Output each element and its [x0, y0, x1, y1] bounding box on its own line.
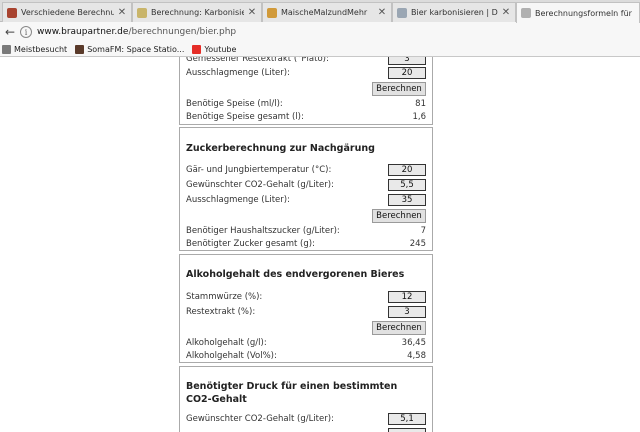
field-label: Gär- und Jungbiertemperatur (°C):	[186, 165, 332, 175]
panel-alkoholgehalt: Alkoholgehalt des endvergorenen Bieres S…	[179, 254, 433, 363]
bookmark-somafm[interactable]: SomaFM: Space Statio...	[75, 44, 185, 54]
ausschlagmenge-input[interactable]: 20	[388, 67, 426, 79]
tab-strip: Verschiedene Berechnung... ✕ Berechnung:…	[0, 0, 640, 23]
site-favicon-icon	[397, 7, 407, 18]
result-value: 36,45	[401, 338, 426, 348]
browser-window: Verschiedene Berechnung... ✕ Berechnung:…	[0, 0, 640, 432]
result-value: 1,6	[412, 112, 426, 122]
row-restextrakt: Restextrakt (%): 3	[186, 306, 426, 319]
row-result-alkohol-gl: Alkoholgehalt (g/l): 36,45	[186, 337, 426, 350]
field-label: Gemessener Restextrakt (°Plato):	[186, 57, 329, 64]
tab-verschiedene-berechnungen[interactable]: Verschiedene Berechnung... ✕	[2, 2, 132, 22]
row-result-alkohol-vol: Alkoholgehalt (Vol%): 4,58	[186, 350, 426, 363]
result-value: 245	[409, 239, 426, 249]
co2-gehalt-input[interactable]: 5,5	[388, 179, 426, 191]
field-label: Gewünschter CO2-Gehalt (g/Liter):	[186, 414, 334, 424]
row-ausschlagmenge: Ausschlagmenge (Liter): 35	[186, 194, 426, 207]
panel-zuckerberechnung: Zuckerberechnung zur Nachgärung Gär- und…	[179, 127, 433, 251]
result-value: 81	[415, 99, 426, 109]
field-label: Ausschlagmenge (Liter):	[186, 195, 290, 205]
tab-berechnungsformeln[interactable]: Berechnungsformeln für Hausb...	[516, 2, 640, 23]
result-label: Benötiger Haushaltszucker (g/Liter):	[186, 226, 340, 236]
panel-title: Zuckerberechnung zur Nachgärung	[186, 143, 375, 154]
tab-title: Berechnung: Karbonisieru...	[151, 8, 244, 17]
url-host: www.braupartner.de	[37, 27, 129, 37]
ausschlagmenge-input[interactable]: 35	[388, 194, 426, 206]
bookmarks-bar: Meistbesucht SomaFM: Space Statio... You…	[0, 42, 640, 57]
row-result-speise: Benötige Speise (ml/l): 81	[186, 98, 426, 111]
panel-speise-berechnung: Gemessener Restextrakt (°Plato): 3 Aussc…	[179, 57, 433, 125]
field-label: Ausschlagmenge (Liter):	[186, 68, 290, 78]
row-stammwuerze: Stammwürze (%): 12	[186, 291, 426, 304]
tab-title: Verschiedene Berechnung...	[21, 8, 114, 17]
url-field[interactable]: www.braupartner.de/berechnungen/bier.php	[37, 27, 236, 37]
tab-berechnung-karbonisierung[interactable]: Berechnung: Karbonisieru... ✕	[132, 2, 262, 22]
site-favicon-icon	[137, 7, 147, 18]
result-label: Alkoholgehalt (Vol%):	[186, 351, 277, 361]
close-icon[interactable]: ✕	[377, 7, 387, 18]
row-result-speise-gesamt: Benötige Speise gesamt (l): 1,6	[186, 111, 426, 124]
restextrakt-input[interactable]: 3	[388, 306, 426, 318]
page-content: Gemessener Restextrakt (°Plato): 3 Aussc…	[0, 57, 640, 432]
row-ausschlagmenge: Ausschlagmenge (Liter): 20	[186, 67, 426, 80]
result-label: Benötige Speise gesamt (l):	[186, 112, 304, 122]
site-favicon-icon	[7, 7, 17, 18]
info-icon[interactable]: i	[20, 26, 32, 38]
close-icon[interactable]: ✕	[117, 7, 127, 18]
stammwuerze-input[interactable]: 12	[388, 291, 426, 303]
temperatur-input[interactable]: 20	[388, 164, 426, 176]
berechnen-button[interactable]: Berechnen	[372, 321, 426, 335]
row-temperatur: Gär- und Jungbiertemperatur (°C): 20	[186, 164, 426, 177]
field-label: Restextrakt (%):	[186, 307, 256, 317]
result-label: Alkoholgehalt (g/l):	[186, 338, 267, 348]
bookmark-youtube[interactable]: Youtube	[192, 44, 237, 54]
tab-title: Berechnungsformeln für Hausb...	[535, 8, 635, 18]
url-path: /berechnungen/bier.php	[128, 27, 237, 37]
row-partial	[186, 428, 426, 432]
bookmark-meistbesucht[interactable]: Meistbesucht	[2, 44, 68, 54]
row-result-zucker-gesamt: Benötigter Zucker gesamt (g): 245	[186, 238, 426, 251]
row-co2-gehalt: Gewünschter CO2-Gehalt (g/Liter): 5,5	[186, 179, 426, 192]
tab-title: Bier karbonisieren | Der Bier-Br...	[411, 8, 498, 17]
tab-title: MaischeMalzundMehr	[281, 8, 368, 17]
youtube-icon	[192, 44, 202, 54]
panel-title: Benötigter Druck für einen bestimmten	[186, 381, 398, 392]
result-label: Benötigter Zucker gesamt (g):	[186, 239, 315, 249]
bookmark-label: SomaFM: Space Statio...	[87, 44, 185, 54]
tab-maische-malz-und-mehr[interactable]: MaischeMalzundMehr ✕	[262, 2, 392, 22]
row-result-haushaltszucker: Benötiger Haushaltszucker (g/Liter): 7	[186, 225, 426, 238]
result-label: Benötige Speise (ml/l):	[186, 99, 283, 109]
bookmark-folder-icon	[2, 44, 11, 54]
field-label: Gewünschter CO2-Gehalt (g/Liter):	[186, 180, 334, 190]
result-value: 7	[420, 226, 426, 236]
berechnen-button[interactable]: Berechnen	[372, 209, 426, 223]
close-icon[interactable]: ✕	[247, 7, 257, 18]
bookmark-label: Meistbesucht	[14, 44, 68, 54]
co2-gehalt-input[interactable]: 5,1	[388, 413, 426, 425]
field-label: Stammwürze (%):	[186, 292, 263, 302]
bookmark-label: Youtube	[204, 44, 237, 54]
tab-bier-karbonisieren[interactable]: Bier karbonisieren | Der Bier-Br... ✕	[392, 2, 516, 22]
site-favicon-icon	[267, 7, 277, 18]
partial-input[interactable]	[388, 428, 426, 432]
panel-title: Alkoholgehalt des endvergorenen Bieres	[186, 269, 405, 280]
address-bar: ← i www.braupartner.de/berechnungen/bier…	[0, 22, 640, 42]
result-value: 4,58	[407, 351, 426, 361]
panel-title-line2: CO2-Gehalt	[186, 394, 247, 405]
row-co2-gehalt: Gewünschter CO2-Gehalt (g/Liter): 5,1	[186, 413, 426, 426]
berechnen-button[interactable]: Berechnen	[372, 82, 426, 96]
site-favicon-icon	[521, 8, 531, 18]
panel-druck-co2: Benötigter Druck für einen bestimmten CO…	[179, 366, 433, 432]
row-restextrakt: Gemessener Restextrakt (°Plato): 3	[186, 57, 426, 66]
somafm-icon	[75, 44, 85, 54]
back-arrow-icon[interactable]: ←	[0, 25, 20, 39]
restextrakt-input[interactable]: 3	[388, 57, 426, 65]
close-icon[interactable]: ✕	[501, 7, 511, 18]
